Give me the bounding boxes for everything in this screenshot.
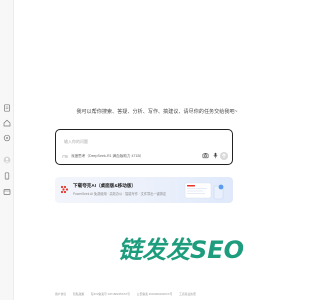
footer-link[interactable]: 用户协议 (55, 292, 66, 296)
banner-subtitle: PowerSeek AI 免费使用 · 高效办公 · 智能写作 · 文件导出一键… (73, 192, 167, 196)
device-illustration-icon (183, 181, 227, 200)
chat-input-box[interactable]: 输入你的问题 深度思考（DeepSeek-R1 满血版助力 471B） (55, 129, 233, 165)
download-banner[interactable]: 下载夸克AI（桌面版&移动版） PowerSeek AI 免费使用 · 高效办公… (55, 177, 233, 203)
footer: 用户协议 隐私政策 琼ICP备案号 ICP180235XXX号 公安备案 460… (55, 292, 255, 296)
sidebar (0, 0, 14, 300)
footer-link[interactable]: 琼ICP备案号 ICP180235XXX号 (91, 292, 130, 296)
home-icon[interactable] (3, 119, 11, 127)
microphone-icon[interactable] (212, 152, 219, 159)
window-icon[interactable] (3, 188, 11, 196)
footer-link[interactable]: 公安备案 46010602000XX号 (137, 292, 173, 296)
phone-icon[interactable] (3, 172, 11, 180)
send-icon[interactable] (220, 152, 228, 160)
chat-input-placeholder[interactable]: 输入你的问题 (64, 139, 88, 145)
welcome-prompt: 我可以帮你搜索、答疑、分析、写作、搞建议、请尽你的任务交给我吧~ (76, 109, 238, 115)
footer-link[interactable]: 隐私政策 (73, 292, 84, 296)
banner-title: 下载夸克AI（桌面版&移动版） (73, 183, 137, 188)
svg-text:链发发SEO: 链发发SEO (118, 236, 244, 261)
star-icon[interactable] (3, 134, 11, 142)
watermark-logo: 链发发SEO (96, 235, 296, 261)
footer-link[interactable]: 工商营业执照 (179, 292, 196, 296)
avatar-icon[interactable] (3, 156, 11, 164)
deep-think-toggle[interactable] (62, 155, 68, 158)
document-icon[interactable] (3, 104, 11, 112)
camera-icon[interactable] (202, 152, 209, 159)
deep-think-label: 深度思考（DeepSeek-R1 满血版助力 471B） (71, 154, 144, 158)
app-logo-icon (60, 185, 69, 194)
